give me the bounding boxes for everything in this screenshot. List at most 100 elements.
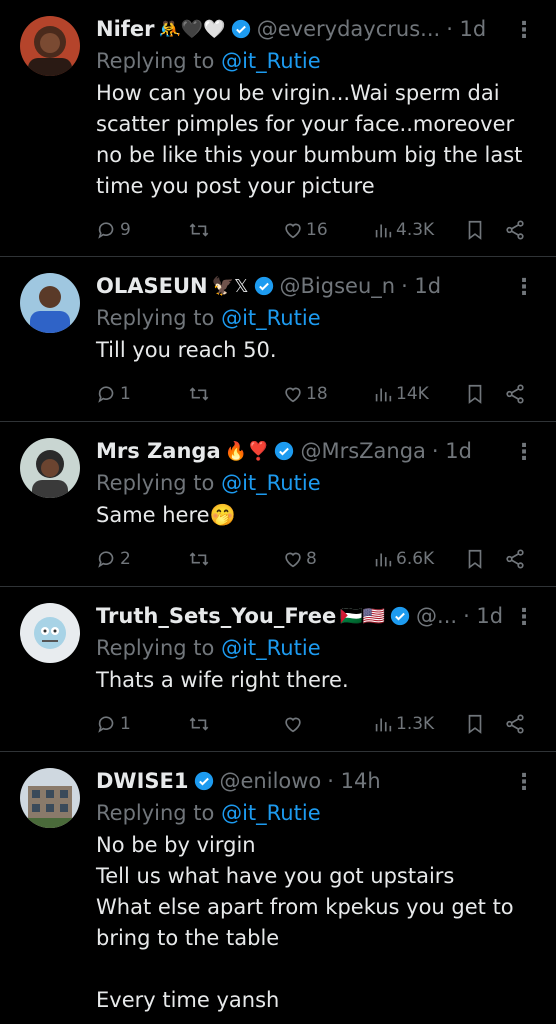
like-button[interactable]: 16: [282, 219, 328, 241]
retweet-icon: [189, 717, 209, 731]
reply-button[interactable]: 1: [96, 383, 131, 405]
display-name[interactable]: DWISE1: [96, 769, 189, 793]
verified-badge-icon: [194, 771, 213, 791]
views-icon: [375, 388, 392, 402]
avatar[interactable]: [20, 16, 80, 76]
more-options-icon[interactable]: ⋮: [513, 275, 535, 300]
reply-button[interactable]: 1: [96, 713, 131, 735]
share-icon: [506, 384, 524, 404]
mention-link[interactable]: @it_Rutie: [221, 801, 321, 825]
views-icon: [375, 224, 392, 238]
reply-tweet[interactable]: ⋮ DWISE1 @enilowo · 14h Replying to @it_…: [0, 752, 556, 1016]
views-button[interactable]: 1.3K: [372, 713, 434, 735]
name-emoji: 🤼🖤🤍: [158, 18, 226, 40]
heart-icon: [285, 552, 301, 568]
retweet-icon: [189, 223, 209, 237]
verified-badge-icon: [390, 606, 410, 626]
timestamp[interactable]: · 1d: [432, 439, 472, 463]
avatar[interactable]: [20, 273, 80, 333]
more-options-icon[interactable]: ⋮: [513, 605, 535, 630]
display-name[interactable]: Nifer: [96, 17, 155, 41]
more-options-icon[interactable]: ⋮: [513, 18, 535, 43]
name-emoji: 🔥❣️: [224, 440, 270, 462]
tweet-actions: 2 8 6.6K: [96, 539, 542, 579]
user-handle[interactable]: @...: [416, 604, 457, 628]
timestamp[interactable]: · 1d: [401, 274, 441, 298]
bookmark-icon: [468, 220, 482, 240]
user-handle[interactable]: @everydaycrus...: [257, 17, 440, 41]
reply-icon: [98, 551, 114, 568]
views-button[interactable]: 14K: [372, 383, 429, 405]
bookmark-button[interactable]: [464, 219, 486, 241]
display-name[interactable]: OLASEUN: [96, 274, 208, 298]
replying-to: Replying to @it_Rutie: [96, 49, 321, 73]
verified-badge-icon: [231, 19, 250, 39]
replying-to: Replying to @it_Rutie: [96, 471, 321, 495]
verified-badge-icon: [275, 441, 294, 461]
tweet-text: How can you be virgin...Wai sperm dai sc…: [96, 81, 523, 198]
name-emoji: 🦅𝕏: [211, 275, 249, 297]
bookmark-icon: [468, 384, 482, 404]
views-button[interactable]: 4.3K: [372, 219, 434, 241]
verified-badge-icon: [254, 276, 273, 296]
retweet-button[interactable]: [188, 383, 212, 405]
mention-link[interactable]: @it_Rutie: [221, 471, 321, 495]
more-options-icon[interactable]: ⋮: [513, 440, 535, 465]
avatar[interactable]: [20, 768, 80, 828]
replying-to: Replying to @it_Rutie: [96, 306, 321, 330]
display-name[interactable]: Truth_Sets_You_Free: [96, 604, 336, 628]
avatar[interactable]: [20, 438, 80, 498]
share-button[interactable]: [504, 713, 526, 735]
share-button[interactable]: [504, 383, 526, 405]
tweet-actions: 9 16 4.3K: [96, 210, 542, 250]
reply-button[interactable]: 9: [96, 219, 131, 241]
timestamp[interactable]: · 1d: [446, 17, 486, 41]
heart-icon: [285, 223, 301, 239]
timestamp[interactable]: · 1d: [463, 604, 503, 628]
bookmark-button[interactable]: [464, 383, 486, 405]
user-handle[interactable]: @enilowo: [220, 769, 322, 793]
reply-icon: [98, 222, 114, 239]
reply-tweet[interactable]: ⋮ Nifer 🤼🖤🤍 @everydaycrus... · 1d Replyi…: [0, 0, 556, 257]
share-icon: [506, 714, 524, 734]
retweet-icon: [189, 387, 209, 401]
reply-button[interactable]: 2: [96, 548, 131, 570]
views-icon: [375, 553, 392, 567]
views-button[interactable]: 6.6K: [372, 548, 434, 570]
bookmark-button[interactable]: [464, 713, 486, 735]
reply-tweet[interactable]: ⋮ Truth_Sets_You_Free 🇵🇸🇺🇸 @... · 1d Rep…: [0, 587, 556, 752]
like-button[interactable]: [282, 713, 306, 735]
tweet-text: No be by virgin Tell us what have you go…: [96, 833, 514, 1012]
share-button[interactable]: [504, 219, 526, 241]
share-icon: [506, 549, 524, 569]
heart-icon: [285, 387, 301, 403]
share-button[interactable]: [504, 548, 526, 570]
retweet-button[interactable]: [188, 713, 212, 735]
retweet-icon: [189, 552, 209, 566]
user-handle[interactable]: @MrsZanga: [300, 439, 425, 463]
reply-icon: [98, 386, 114, 403]
mention-link[interactable]: @it_Rutie: [221, 306, 321, 330]
like-button[interactable]: 8: [282, 548, 317, 570]
reply-icon: [98, 716, 114, 733]
mention-link[interactable]: @it_Rutie: [221, 49, 321, 73]
views-icon: [375, 718, 392, 732]
more-options-icon[interactable]: ⋮: [513, 770, 535, 795]
tweet-text: Till you reach 50.: [96, 338, 277, 362]
display-name[interactable]: Mrs Zanga: [96, 439, 221, 463]
retweet-button[interactable]: [188, 548, 212, 570]
tweet-actions: 1 18 14K: [96, 374, 542, 414]
replying-to: Replying to @it_Rutie: [96, 801, 321, 825]
like-button[interactable]: 18: [282, 383, 328, 405]
tweet-text: Same here🤭: [96, 503, 236, 527]
reply-tweet[interactable]: ⋮ Mrs Zanga 🔥❣️ @MrsZanga · 1d Replying …: [0, 422, 556, 587]
retweet-button[interactable]: [188, 219, 212, 241]
user-handle[interactable]: @Bigseu_n: [280, 274, 396, 298]
reply-tweet[interactable]: ⋮ OLASEUN 🦅𝕏 @Bigseu_n · 1d Replying to …: [0, 257, 556, 422]
timestamp[interactable]: · 14h: [327, 769, 380, 793]
avatar[interactable]: [20, 603, 80, 663]
tweet-actions: 1 1.3K: [96, 704, 542, 744]
mention-link[interactable]: @it_Rutie: [221, 636, 321, 660]
bookmark-button[interactable]: [464, 548, 486, 570]
replying-to: Replying to @it_Rutie: [96, 636, 321, 660]
